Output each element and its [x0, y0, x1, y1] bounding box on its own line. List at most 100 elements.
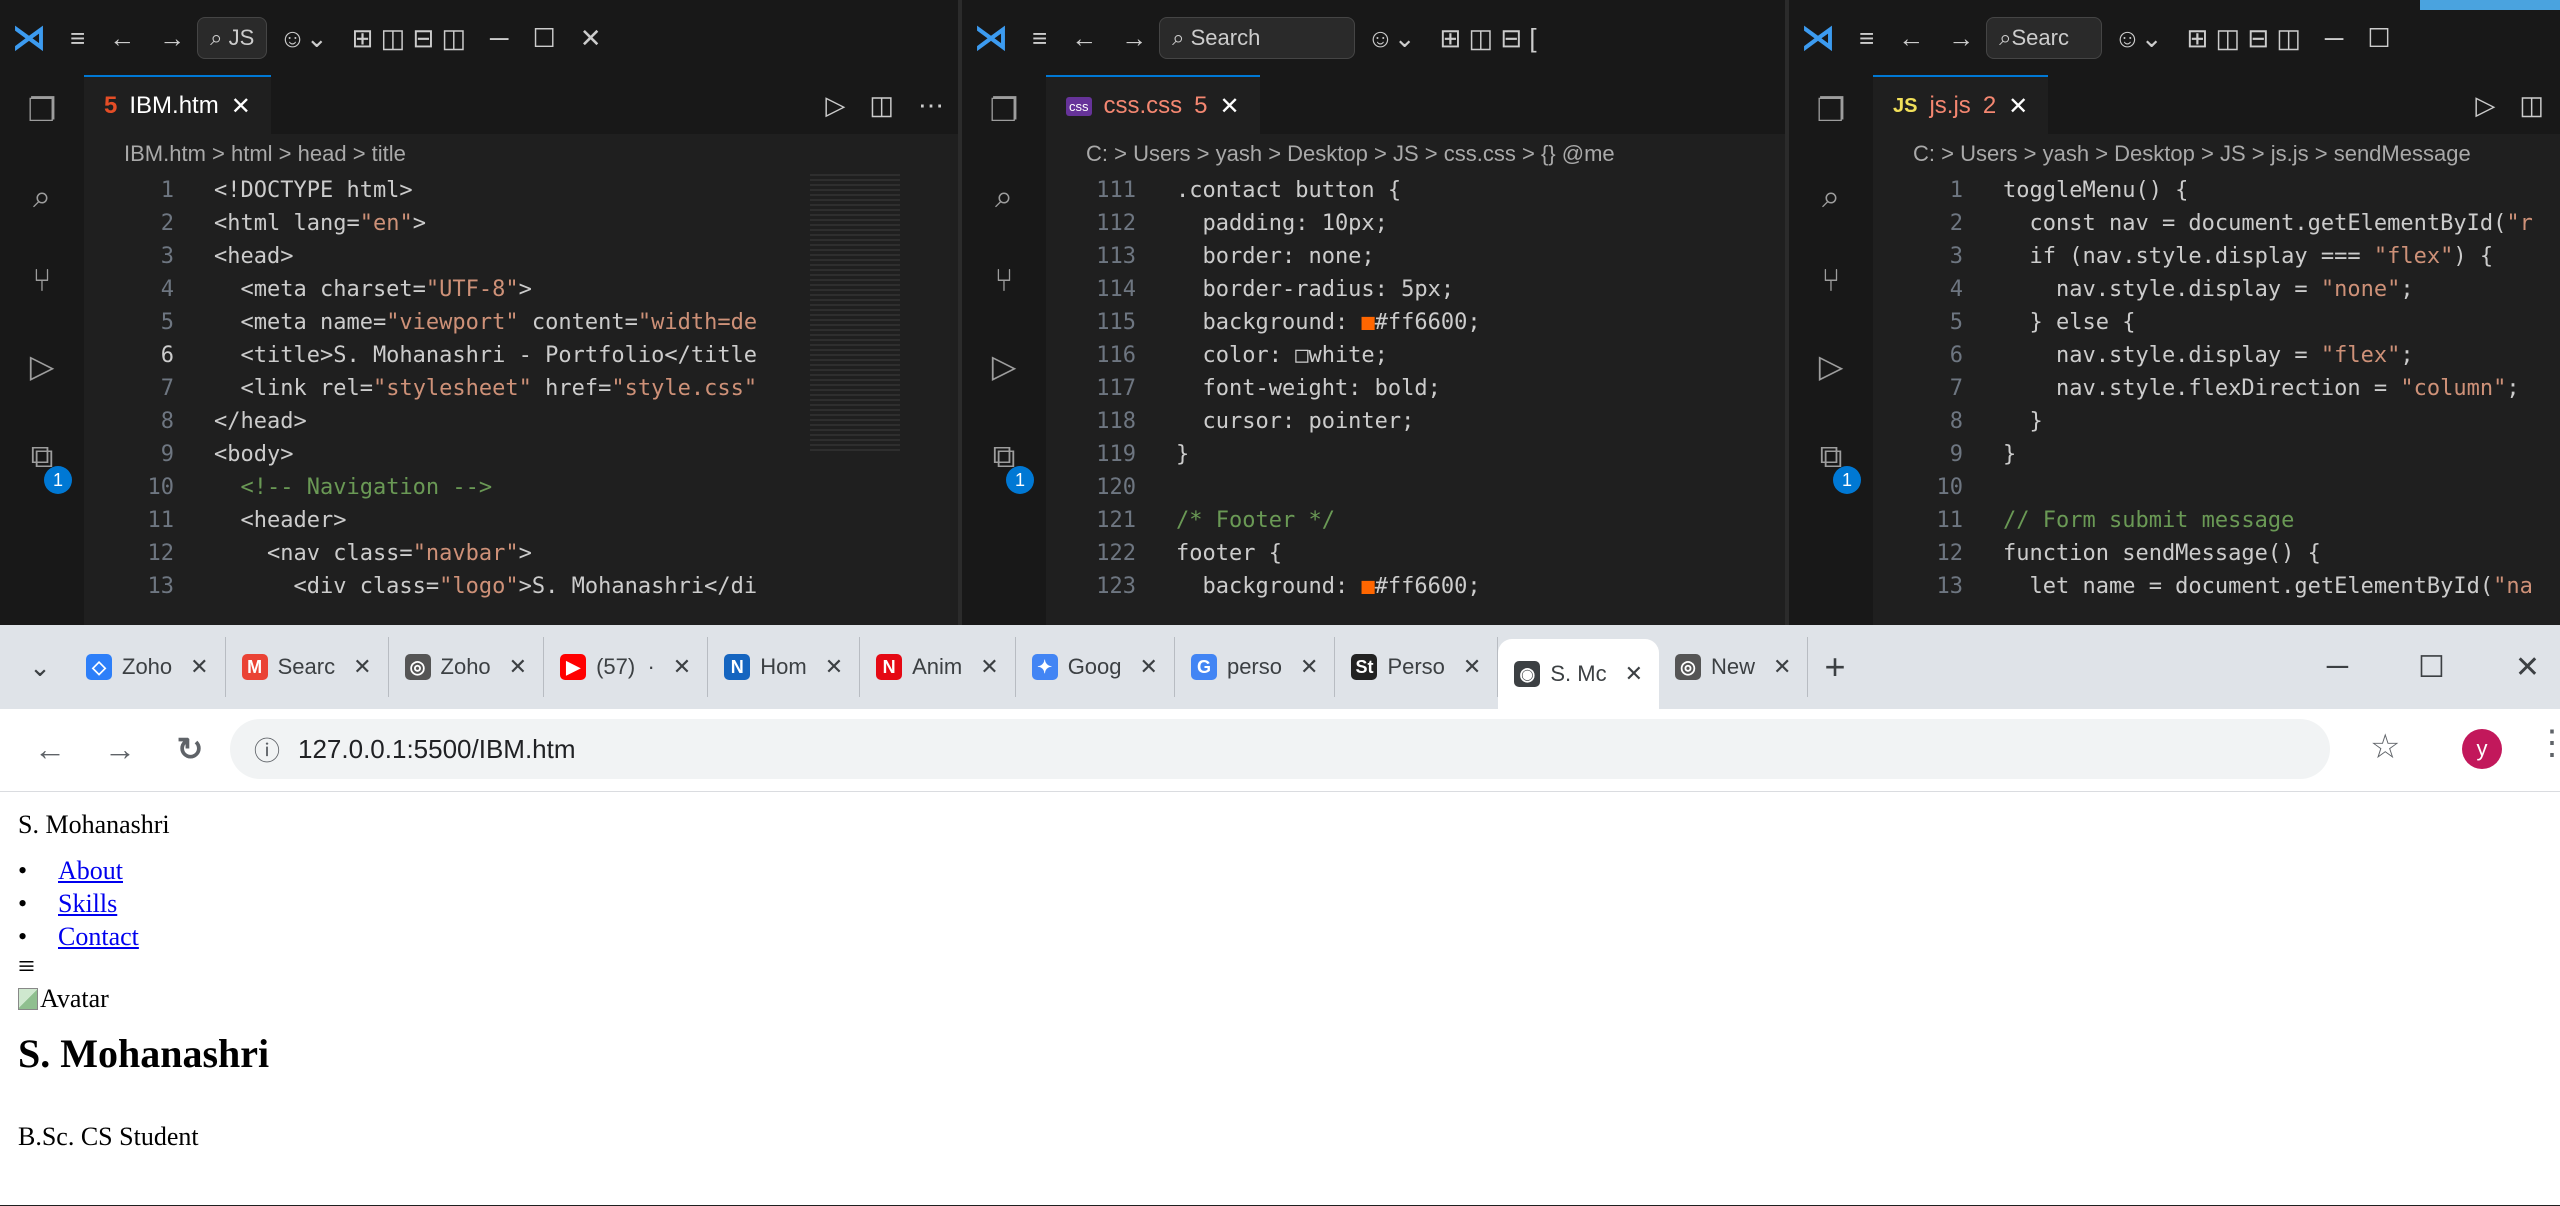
back-arrow-icon[interactable]: ← [109, 23, 135, 54]
tab-close-icon[interactable]: ✕ [1140, 654, 1158, 680]
code-line[interactable]: 11 <header> [84, 504, 960, 537]
tab-js-js[interactable]: JS js.js 2 ✕ [1873, 75, 2049, 135]
code-line[interactable]: 12 function sendMessage() { [1873, 537, 2560, 570]
source-control-icon[interactable]: ⑂ [1811, 260, 1851, 300]
breadcrumb-item[interactable]: C: [1086, 141, 1108, 166]
forward-arrow-icon[interactable]: → [1121, 23, 1147, 54]
code-editor[interactable]: 111 .contact button {112 padding: 10px; 11… [1046, 174, 1787, 625]
maximize-icon[interactable]: ☐ [532, 23, 555, 54]
browser-tab[interactable]: ◎ New ✕ [1659, 637, 1809, 697]
browser-tab[interactable]: ✦ Goog ✕ [1016, 637, 1175, 697]
breadcrumb-item[interactable]: css.css [1444, 141, 1516, 166]
tab-close-icon[interactable]: ✕ [673, 654, 691, 680]
layout-icons[interactable]: ⊞ ◫ ⊟ ◫ [2187, 23, 2301, 54]
breadcrumb-item[interactable]: sendMessage [2334, 141, 2471, 166]
command-center-search[interactable]: ⌕ JS [197, 17, 268, 59]
code-line[interactable]: 116 color: □white; [1046, 339, 1787, 372]
source-control-icon[interactable]: ⑂ [22, 260, 62, 300]
breadcrumb-item[interactable]: yash [2043, 141, 2089, 166]
hamburger-menu-icon[interactable]: ≡ [1032, 23, 1047, 54]
chrome-menu-icon[interactable]: ⋮ [2535, 723, 2560, 763]
hamburger-menu-icon[interactable]: ≡ [1859, 23, 1874, 54]
tab-ibm-htm[interactable]: 5 IBM.htm ✕ [84, 75, 271, 135]
command-center-search[interactable]: ⌕ Search [1159, 17, 1356, 59]
run-debug-icon[interactable]: ▷ [22, 346, 62, 386]
code-line[interactable]: 2 const nav = document.getElementById("r [1873, 207, 2560, 240]
tab-close-icon[interactable]: ✕ [2008, 92, 2028, 121]
breadcrumb-item[interactable]: JS [2220, 141, 2246, 166]
code-editor[interactable]: 1 toggleMenu() {2 const nav = document.ge… [1873, 174, 2560, 625]
run-icon[interactable]: ▷ [2475, 90, 2495, 121]
breadcrumb-item[interactable]: Users [1960, 141, 2017, 166]
hamburger-menu-icon[interactable]: ≡ [18, 952, 35, 982]
breadcrumb-item[interactable]: IBM.htm [124, 141, 206, 166]
code-line[interactable]: 4 nav.style.display = "none"; [1873, 273, 2560, 306]
search-icon[interactable]: ⌕ [1811, 176, 1851, 216]
explorer-icon[interactable]: ❐ [984, 90, 1024, 130]
breadcrumb-item[interactable]: js.js [2271, 141, 2309, 166]
breadcrumb-item[interactable]: {} @me [1541, 141, 1615, 166]
nav-link-contact[interactable]: Contact [58, 922, 139, 951]
run-debug-icon[interactable]: ▷ [984, 346, 1024, 386]
copilot-icon[interactable]: ☺⌄ [279, 23, 327, 54]
more-actions-icon[interactable]: ⋯ [918, 90, 944, 121]
code-line[interactable]: 9} [1873, 438, 2560, 471]
tab-close-icon[interactable]: ✕ [509, 654, 527, 680]
bookmark-star-icon[interactable]: ☆ [2370, 727, 2400, 767]
breadcrumb-item[interactable]: title [372, 141, 406, 166]
code-line[interactable]: 11 // Form submit message [1873, 504, 2560, 537]
code-line[interactable]: 6 nav.style.display = "flex"; [1873, 339, 2560, 372]
code-line[interactable]: 10 [1873, 471, 2560, 504]
forward-button[interactable]: → [100, 731, 140, 768]
code-line[interactable]: 113 border: none; [1046, 240, 1787, 273]
breadcrumb-item[interactable]: JS [1393, 141, 1419, 166]
back-arrow-icon[interactable]: ← [1071, 23, 1097, 54]
tab-close-icon[interactable]: ✕ [1463, 654, 1481, 680]
back-arrow-icon[interactable]: ← [1898, 23, 1924, 54]
copilot-icon[interactable]: ☺⌄ [1367, 23, 1415, 54]
new-tab-button[interactable]: + [1824, 646, 1845, 688]
code-line[interactable]: 1 toggleMenu() { [1873, 174, 2560, 207]
code-line[interactable]: 13 let name = document.getElementById("n… [1873, 570, 2560, 603]
forward-arrow-icon[interactable]: → [1948, 23, 1974, 54]
code-line[interactable]: 115 background: ■#ff6600; [1046, 306, 1787, 339]
tab-close-icon[interactable]: ✕ [980, 654, 998, 680]
browser-tab[interactable]: ◉ S. Mc ✕ [1498, 639, 1660, 709]
tab-close-icon[interactable]: ✕ [231, 92, 251, 121]
layout-icons[interactable]: ⊞ ◫ ⊟ [ [1440, 23, 1537, 54]
code-line[interactable]: 5 } else { [1873, 306, 2560, 339]
maximize-icon[interactable]: ☐ [2367, 23, 2390, 54]
address-bar[interactable]: ⓘ 127.0.0.1:5500/IBM.htm [230, 719, 2330, 779]
profile-avatar[interactable]: y [2462, 729, 2502, 769]
tab-close-icon[interactable]: ✕ [1773, 654, 1791, 680]
code-line[interactable]: 112 padding: 10px; [1046, 207, 1787, 240]
reload-button[interactable]: ↻ [170, 730, 210, 768]
run-debug-icon[interactable]: ▷ [1811, 346, 1851, 386]
breadcrumb-item[interactable]: Desktop [2114, 141, 2195, 166]
search-icon[interactable]: ⌕ [984, 176, 1024, 216]
breadcrumb-item[interactable]: Users [1133, 141, 1190, 166]
nav-link-about[interactable]: About [58, 856, 123, 885]
code-line[interactable]: 10 <!-- Navigation --> [84, 471, 960, 504]
code-line[interactable]: 8 } [1873, 405, 2560, 438]
minimize-icon[interactable]: ─ [2325, 23, 2343, 54]
source-control-icon[interactable]: ⑂ [984, 260, 1024, 300]
breadcrumb-item[interactable]: C: [1913, 141, 1935, 166]
copilot-icon[interactable]: ☺⌄ [2114, 23, 2162, 54]
command-center-search[interactable]: ⌕ Searc [1986, 17, 2103, 59]
code-line[interactable]: 120 [1046, 471, 1787, 504]
code-line[interactable]: 118 cursor: pointer; [1046, 405, 1787, 438]
back-button[interactable]: ← [30, 731, 70, 768]
explorer-icon[interactable]: ❐ [22, 90, 62, 130]
browser-tab[interactable]: M Searc ✕ [226, 637, 389, 697]
search-icon[interactable]: ⌕ [22, 176, 62, 216]
run-icon[interactable]: ▷ [825, 90, 845, 121]
close-icon[interactable]: ✕ [2515, 650, 2540, 685]
browser-tab[interactable]: ◎ Zoho ✕ [389, 637, 545, 697]
browser-tab[interactable]: ◇ Zoho ✕ [70, 637, 226, 697]
code-line[interactable]: 121 /* Footer */ [1046, 504, 1787, 537]
tab-close-icon[interactable]: ✕ [1625, 661, 1643, 687]
code-line[interactable]: 111 .contact button { [1046, 174, 1787, 207]
split-editor-icon[interactable]: ◫ [2519, 90, 2544, 121]
code-line[interactable]: 119} [1046, 438, 1787, 471]
